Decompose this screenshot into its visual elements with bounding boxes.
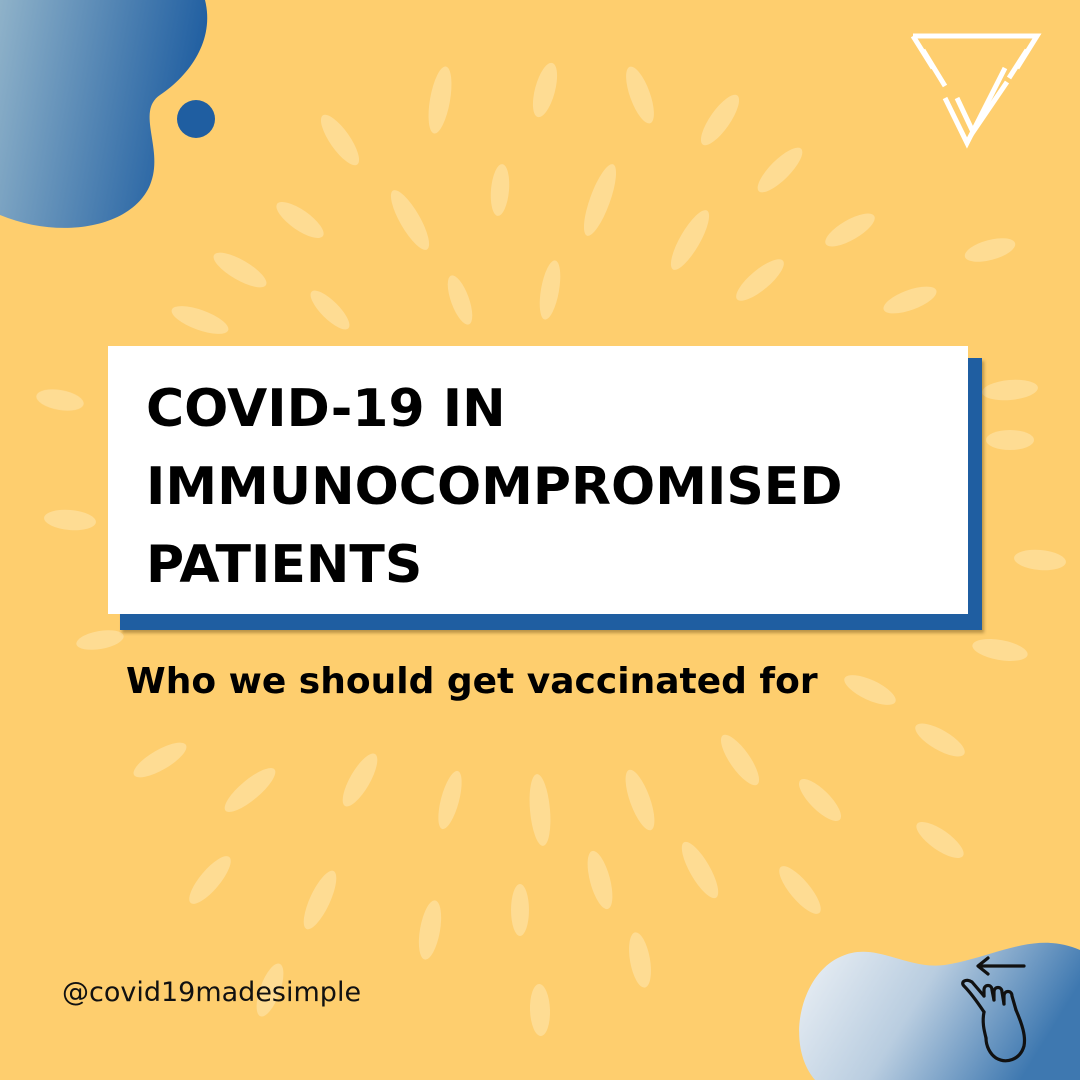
logo-triangle-v-icon: [910, 33, 1042, 149]
subtitle: Who we should get vaccinated for: [126, 661, 818, 702]
title-line-2: IMMUNOCOMPROMISED: [146, 457, 843, 517]
title-line-1: COVID-19 IN: [146, 379, 506, 439]
title-card: COVID-19 IN IMMUNOCOMPROMISED PATIENTS: [108, 346, 968, 614]
decorative-dot: [177, 100, 215, 138]
social-handle: @covid19madesimple: [62, 977, 362, 1008]
page-title: COVID-19 IN IMMUNOCOMPROMISED PATIENTS: [146, 370, 843, 604]
title-line-3: PATIENTS: [146, 535, 423, 595]
swipe-left-hand-icon: [961, 956, 1027, 1063]
